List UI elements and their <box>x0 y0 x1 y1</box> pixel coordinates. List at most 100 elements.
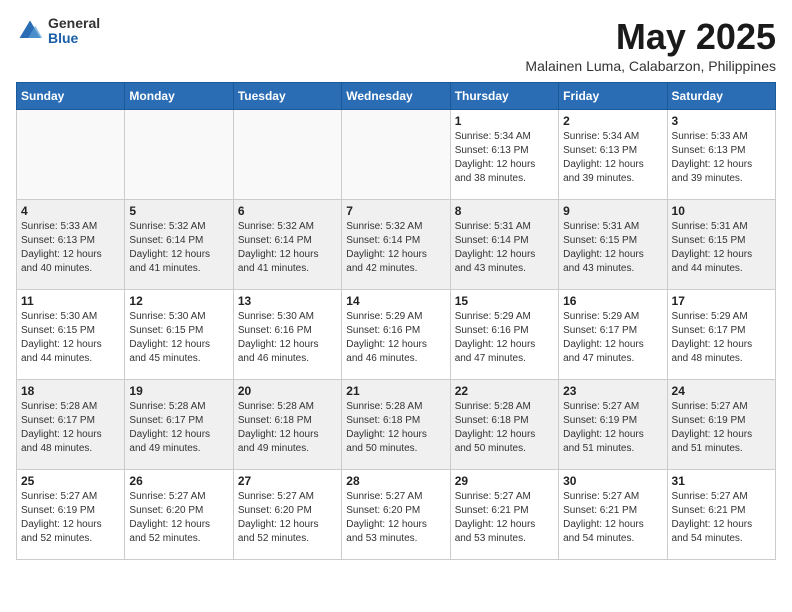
logo-general-text: General <box>48 16 100 31</box>
day-number: 6 <box>238 204 337 218</box>
day-info: Sunrise: 5:33 AM Sunset: 6:13 PM Dayligh… <box>672 130 771 186</box>
day-number: 13 <box>238 294 337 308</box>
calendar-cell: 31 Sunrise: 5:27 AM Sunset: 6:21 PM Dayli… <box>667 470 775 560</box>
day-number: 5 <box>129 204 228 218</box>
calendar-cell: 9 Sunrise: 5:31 AM Sunset: 6:15 PM Daylig… <box>559 200 667 290</box>
day-number: 16 <box>563 294 662 308</box>
calendar-cell: 1 Sunrise: 5:34 AM Sunset: 6:13 PM Daylig… <box>450 110 558 200</box>
logo: General Blue <box>16 16 100 47</box>
calendar-cell: 6 Sunrise: 5:32 AM Sunset: 6:14 PM Daylig… <box>233 200 341 290</box>
day-number: 20 <box>238 384 337 398</box>
day-info: Sunrise: 5:28 AM Sunset: 6:17 PM Dayligh… <box>21 400 120 456</box>
calendar-cell: 28 Sunrise: 5:27 AM Sunset: 6:20 PM Dayli… <box>342 470 450 560</box>
calendar-cell: 15 Sunrise: 5:29 AM Sunset: 6:16 PM Dayli… <box>450 290 558 380</box>
day-number: 29 <box>455 474 554 488</box>
calendar-cell: 18 Sunrise: 5:28 AM Sunset: 6:17 PM Dayli… <box>17 380 125 470</box>
day-number: 21 <box>346 384 445 398</box>
day-number: 31 <box>672 474 771 488</box>
day-info: Sunrise: 5:30 AM Sunset: 6:15 PM Dayligh… <box>21 310 120 366</box>
calendar-cell: 21 Sunrise: 5:28 AM Sunset: 6:18 PM Dayli… <box>342 380 450 470</box>
day-number: 11 <box>21 294 120 308</box>
day-info: Sunrise: 5:32 AM Sunset: 6:14 PM Dayligh… <box>238 220 337 276</box>
calendar-cell: 27 Sunrise: 5:27 AM Sunset: 6:20 PM Dayli… <box>233 470 341 560</box>
calendar-cell: 20 Sunrise: 5:28 AM Sunset: 6:18 PM Dayli… <box>233 380 341 470</box>
day-info: Sunrise: 5:32 AM Sunset: 6:14 PM Dayligh… <box>346 220 445 276</box>
day-number: 2 <box>563 114 662 128</box>
day-info: Sunrise: 5:34 AM Sunset: 6:13 PM Dayligh… <box>455 130 554 186</box>
calendar-cell: 10 Sunrise: 5:31 AM Sunset: 6:15 PM Dayli… <box>667 200 775 290</box>
day-info: Sunrise: 5:27 AM Sunset: 6:21 PM Dayligh… <box>563 490 662 546</box>
day-info: Sunrise: 5:28 AM Sunset: 6:17 PM Dayligh… <box>129 400 228 456</box>
day-info: Sunrise: 5:31 AM Sunset: 6:15 PM Dayligh… <box>563 220 662 276</box>
col-header-saturday: Saturday <box>667 83 775 110</box>
day-number: 10 <box>672 204 771 218</box>
calendar-cell: 16 Sunrise: 5:29 AM Sunset: 6:17 PM Dayli… <box>559 290 667 380</box>
col-header-tuesday: Tuesday <box>233 83 341 110</box>
day-info: Sunrise: 5:29 AM Sunset: 6:16 PM Dayligh… <box>346 310 445 366</box>
logo-blue-text: Blue <box>48 31 100 46</box>
day-info: Sunrise: 5:27 AM Sunset: 6:20 PM Dayligh… <box>238 490 337 546</box>
calendar-cell: 12Sunrise: 5:30 AM Sunset: 6:15 PM Dayli… <box>125 290 233 380</box>
day-number: 22 <box>455 384 554 398</box>
day-info: Sunrise: 5:30 AM Sunset: 6:16 PM Dayligh… <box>238 310 337 366</box>
col-header-sunday: Sunday <box>17 83 125 110</box>
page-header: General Blue May 2025 Malainen Luma, Cal… <box>16 16 776 74</box>
calendar-cell: 19 Sunrise: 5:28 AM Sunset: 6:17 PM Dayli… <box>125 380 233 470</box>
calendar-cell: 17 Sunrise: 5:29 AM Sunset: 6:17 PM Dayli… <box>667 290 775 380</box>
calendar-cell: 25 Sunrise: 5:27 AM Sunset: 6:19 PM Dayli… <box>17 470 125 560</box>
col-header-friday: Friday <box>559 83 667 110</box>
logo-icon <box>16 17 44 45</box>
day-number: 17 <box>672 294 771 308</box>
day-number: 19 <box>129 384 228 398</box>
day-info: Sunrise: 5:28 AM Sunset: 6:18 PM Dayligh… <box>346 400 445 456</box>
day-info: Sunrise: 5:31 AM Sunset: 6:14 PM Dayligh… <box>455 220 554 276</box>
calendar-title: May 2025 <box>525 16 776 58</box>
day-number: 26 <box>129 474 228 488</box>
day-number: 8 <box>455 204 554 218</box>
title-area: May 2025 Malainen Luma, Calabarzon, Phil… <box>525 16 776 74</box>
day-info: Sunrise: 5:33 AM Sunset: 6:13 PM Dayligh… <box>21 220 120 276</box>
day-number: 3 <box>672 114 771 128</box>
day-info: Sunrise: 5:27 AM Sunset: 6:19 PM Dayligh… <box>672 400 771 456</box>
day-number: 25 <box>21 474 120 488</box>
day-info: Sunrise: 5:27 AM Sunset: 6:21 PM Dayligh… <box>455 490 554 546</box>
day-info: Sunrise: 5:30 AM Sunset: 6:15 PM Dayligh… <box>129 310 228 366</box>
day-number: 15 <box>455 294 554 308</box>
day-number: 23 <box>563 384 662 398</box>
calendar-cell: 5Sunrise: 5:32 AM Sunset: 6:14 PM Daylig… <box>125 200 233 290</box>
day-number: 9 <box>563 204 662 218</box>
day-info: Sunrise: 5:31 AM Sunset: 6:15 PM Dayligh… <box>672 220 771 276</box>
calendar-cell: 14Sunrise: 5:29 AM Sunset: 6:16 PM Dayli… <box>342 290 450 380</box>
calendar-cell: 24 Sunrise: 5:27 AM Sunset: 6:19 PM Dayli… <box>667 380 775 470</box>
day-info: Sunrise: 5:27 AM Sunset: 6:20 PM Dayligh… <box>129 490 228 546</box>
day-info: Sunrise: 5:29 AM Sunset: 6:17 PM Dayligh… <box>672 310 771 366</box>
col-header-monday: Monday <box>125 83 233 110</box>
day-info: Sunrise: 5:28 AM Sunset: 6:18 PM Dayligh… <box>238 400 337 456</box>
day-info: Sunrise: 5:29 AM Sunset: 6:17 PM Dayligh… <box>563 310 662 366</box>
calendar-cell: 2 Sunrise: 5:34 AM Sunset: 6:13 PM Daylig… <box>559 110 667 200</box>
col-header-wednesday: Wednesday <box>342 83 450 110</box>
calendar-cell: 11 Sunrise: 5:30 AM Sunset: 6:15 PM Dayli… <box>17 290 125 380</box>
calendar-cell: 26 Sunrise: 5:27 AM Sunset: 6:20 PM Dayli… <box>125 470 233 560</box>
calendar-cell: 8 Sunrise: 5:31 AM Sunset: 6:14 PM Daylig… <box>450 200 558 290</box>
day-number: 30 <box>563 474 662 488</box>
day-info: Sunrise: 5:27 AM Sunset: 6:20 PM Dayligh… <box>346 490 445 546</box>
calendar-cell: 7 Sunrise: 5:32 AM Sunset: 6:14 PM Daylig… <box>342 200 450 290</box>
calendar-cell: 23 Sunrise: 5:27 AM Sunset: 6:19 PM Dayli… <box>559 380 667 470</box>
calendar-cell <box>125 110 233 200</box>
day-info: Sunrise: 5:34 AM Sunset: 6:13 PM Dayligh… <box>563 130 662 186</box>
day-info: Sunrise: 5:27 AM Sunset: 6:19 PM Dayligh… <box>21 490 120 546</box>
day-number: 1 <box>455 114 554 128</box>
day-number: 24 <box>672 384 771 398</box>
day-info: Sunrise: 5:27 AM Sunset: 6:21 PM Dayligh… <box>672 490 771 546</box>
calendar-cell: 3 Sunrise: 5:33 AM Sunset: 6:13 PM Daylig… <box>667 110 775 200</box>
day-number: 27 <box>238 474 337 488</box>
day-number: 7 <box>346 204 445 218</box>
calendar-cell: 22Sunrise: 5:28 AM Sunset: 6:18 PM Dayli… <box>450 380 558 470</box>
day-info: Sunrise: 5:29 AM Sunset: 6:16 PM Dayligh… <box>455 310 554 366</box>
day-number: 4 <box>21 204 120 218</box>
calendar-cell: 29 Sunrise: 5:27 AM Sunset: 6:21 PM Dayli… <box>450 470 558 560</box>
day-info: Sunrise: 5:27 AM Sunset: 6:19 PM Dayligh… <box>563 400 662 456</box>
day-number: 18 <box>21 384 120 398</box>
day-number: 28 <box>346 474 445 488</box>
